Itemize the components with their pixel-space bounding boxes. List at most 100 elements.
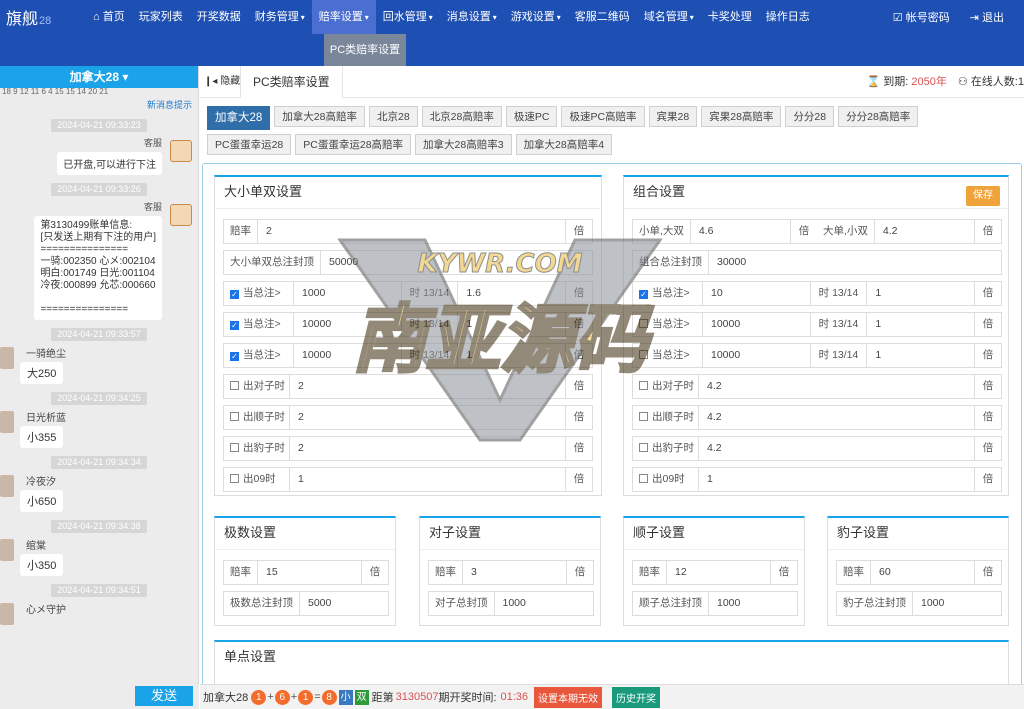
nav-item-10[interactable]: 卡奖处理 [701,0,759,34]
odds-input[interactable]: 1 [867,313,974,336]
unit-label: 倍 [361,561,388,584]
rate-input[interactable]: 3 [463,561,566,584]
send-button[interactable]: 发送 [135,686,193,706]
chat-game-select[interactable]: 加拿大28 ▾ [0,66,198,88]
text: 倍 [573,287,585,299]
odds-input[interactable]: 1 [699,468,974,491]
game-tab[interactable]: PC蛋蛋幸运28 [207,134,292,155]
hide-sidebar-button[interactable]: ❙◂ 隐藏 [204,66,240,97]
rate-input[interactable]: 15 [258,561,361,584]
cap-input[interactable]: 1000 [709,592,797,615]
checkbox[interactable]: ✓ [639,290,648,299]
nav-item-8[interactable]: 客服二维码 [568,0,637,34]
cap-input[interactable]: 5000 [300,592,388,615]
threshold-input[interactable]: 10000 [294,344,401,367]
checkbox[interactable] [639,412,648,421]
avatar[interactable] [0,347,14,369]
game-tab[interactable]: 极速PC [505,106,558,127]
nav-item-6[interactable]: 消息设置 ▾ [440,0,504,34]
checkbox[interactable]: ✓ [230,321,239,330]
game-tab[interactable]: PC蛋蛋幸运28高赔率 [295,134,412,155]
rate-input[interactable]: 60 [871,561,974,584]
game-tab[interactable]: 宾果28高赔率 [701,106,782,127]
odds-input[interactable]: 1.6 [458,282,565,305]
game-tab[interactable]: 分分28 [785,106,835,127]
checkbox[interactable] [230,443,239,452]
odds-input[interactable]: 1 [458,344,565,367]
cap-input[interactable]: 1000 [495,592,594,615]
checkbox[interactable] [230,381,239,390]
game-tab[interactable]: 极速PC高赔率 [561,106,645,127]
game-tab[interactable]: 加拿大28高赔率4 [515,134,613,155]
page-tab[interactable]: PC类赔率设置 [240,66,343,98]
checkbox[interactable] [639,350,648,359]
nav-item-7[interactable]: 游戏设置 ▾ [504,0,568,34]
threshold-input[interactable]: 1000 [294,282,401,305]
account-password-link[interactable]: ☑ 帐号密码 [893,9,960,25]
odds-input[interactable]: 1 [867,344,974,367]
avatar[interactable] [0,539,14,561]
message-bubble: 已开盘,可以进行下注 [57,152,162,175]
cap-input[interactable]: 50000 [321,251,592,274]
nav-item-11[interactable]: 操作日志 [759,0,817,34]
avatar[interactable] [0,411,14,433]
odds-input[interactable]: 4.2 [699,437,974,460]
invalidate-issue-button[interactable]: 设置本期无效 [534,686,603,708]
new-message-tip[interactable]: 新消息提示 [0,98,198,111]
threshold-input[interactable]: 10000 [703,313,810,336]
threshold-input[interactable]: 10000 [294,313,401,336]
nav-item-2[interactable]: 开奖数据 [190,0,248,34]
issue-number: 3130507 [395,691,439,703]
game-tab[interactable]: 加拿大28高赔率 [274,106,365,127]
game-tab[interactable]: 宾果28 [648,106,698,127]
checkbox[interactable] [639,474,648,483]
combo1-input[interactable]: 4.6 [691,220,790,243]
game-tab[interactable]: 加拿大28高赔率3 [415,134,512,155]
threshold-input[interactable]: 10 [703,282,810,305]
setting-row: ✓ 当总注> 10000 时 13/14 1 倍 [223,312,593,337]
nav-item-9[interactable]: 域名管理 ▾ [637,0,701,34]
nav-item-0[interactable]: ⌂ 首页 [86,0,132,34]
nav-item-3[interactable]: 财务管理 ▾ [248,0,312,34]
game-tab[interactable]: 加拿大28 [207,106,271,130]
checkbox[interactable] [230,474,239,483]
panel-title: 对子设置 [420,518,600,550]
avatar[interactable] [170,140,192,162]
nav-item-1[interactable]: 玩家列表 [132,0,190,34]
history-draw-button[interactable]: 历史开奖 [612,686,661,708]
checkbox[interactable] [230,412,239,421]
odds-input[interactable]: 2 [290,437,565,460]
threshold-input[interactable]: 10000 [703,344,810,367]
nav-item-5[interactable]: 回水管理 ▾ [376,0,440,34]
avatar[interactable] [170,204,192,226]
odds-input[interactable]: 4.2 [699,375,974,398]
game-tab[interactable]: 北京28高赔率 [421,106,502,127]
unit-label: 倍 [565,313,592,336]
subnav-pc-odds[interactable]: PC类赔率设置 [324,34,406,66]
cap-input[interactable]: 1000 [913,592,1001,615]
checkbox[interactable]: ✓ [230,352,239,361]
checkbox[interactable] [639,381,648,390]
odds-input[interactable]: 4.2 [699,406,974,429]
checkbox[interactable]: ✓ [230,290,239,299]
odds-input[interactable]: 1 [458,313,565,336]
odds-input[interactable]: 2 [290,375,565,398]
odds-input[interactable]: 2 [290,406,565,429]
rate-input[interactable]: 2 [258,220,565,243]
logout-link[interactable]: ⇥ 退出 [970,9,1014,25]
avatar[interactable] [0,475,14,497]
text: 4.2 [707,442,722,454]
odds-input[interactable]: 1 [290,468,565,491]
avatar[interactable] [0,603,14,625]
checkbox[interactable] [639,443,648,452]
rate-input[interactable]: 12 [667,561,770,584]
nav-item-4[interactable]: 赔率设置 ▾ [311,0,376,34]
checkbox[interactable] [639,319,648,328]
combo2-input[interactable]: 4.2 [875,220,974,243]
game-tab[interactable]: 分分28高赔率 [838,106,919,127]
odds-input[interactable]: 1 [867,282,974,305]
game-tab[interactable]: 北京28 [368,106,418,127]
cap-input[interactable]: 30000 [709,251,1001,274]
setting-row: 赔率 60 倍 [836,560,1002,585]
save-button[interactable]: 保存 [966,186,1000,206]
